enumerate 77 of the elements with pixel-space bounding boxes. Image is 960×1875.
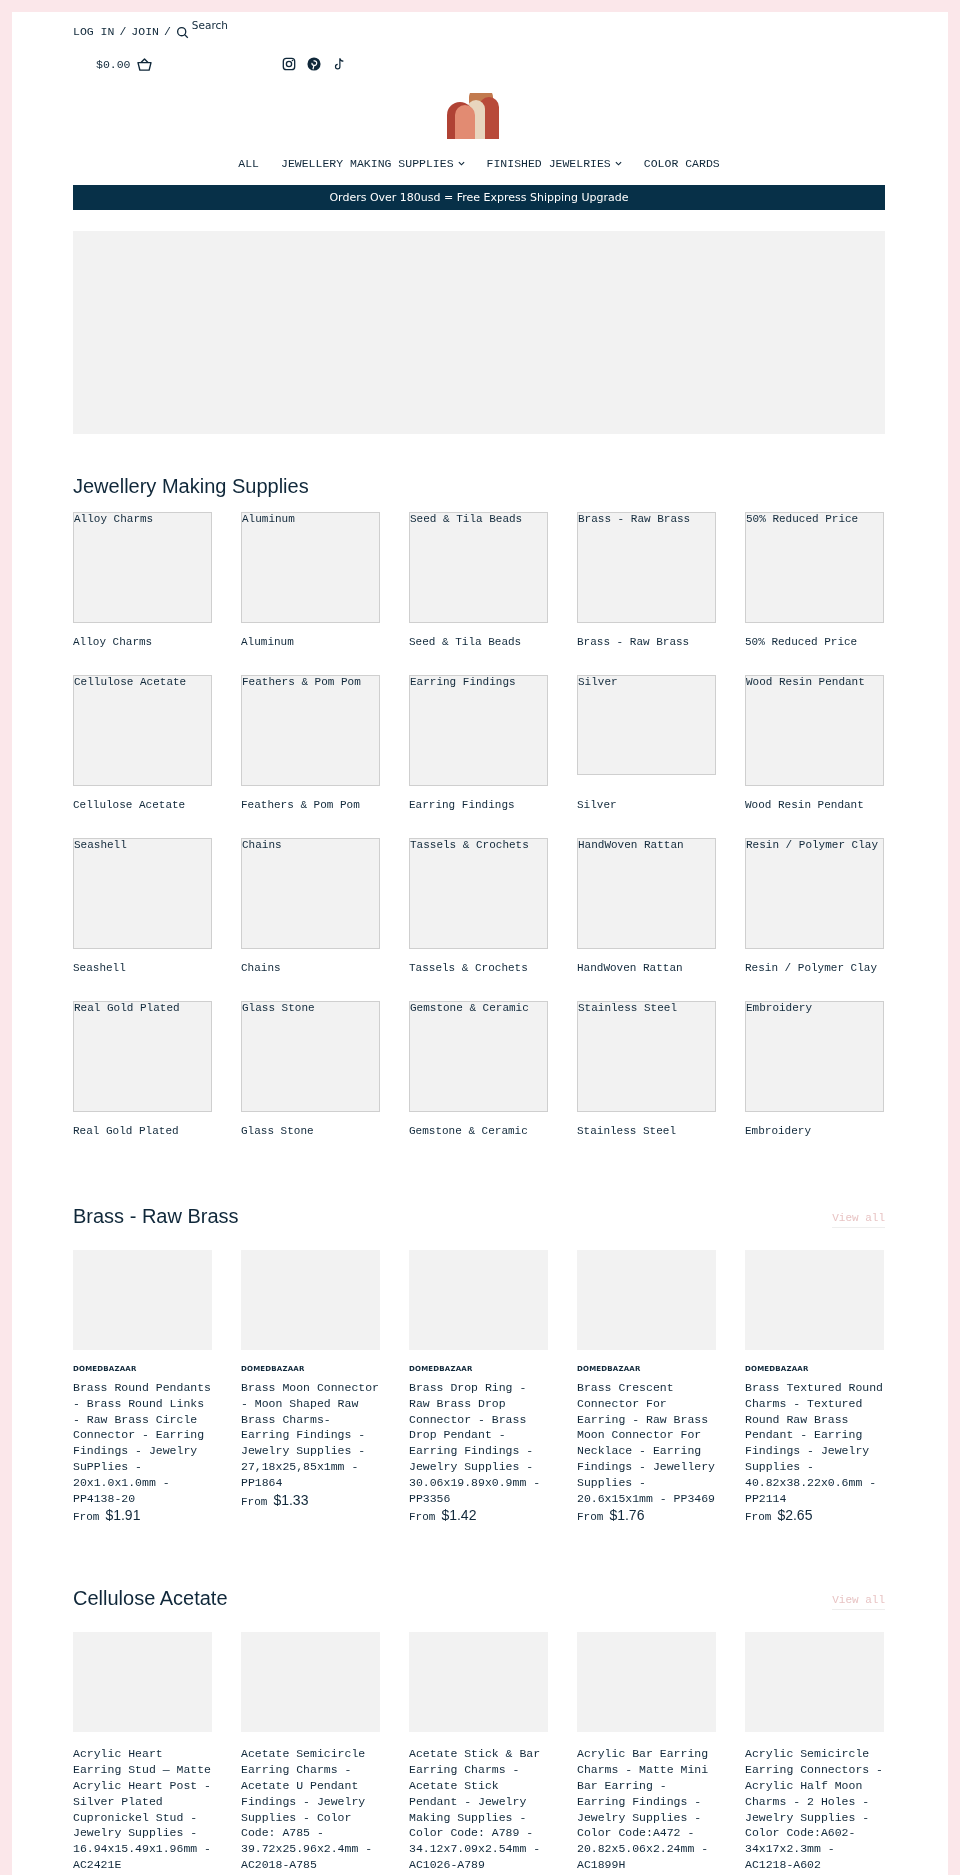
collection-title[interactable]: Embroidery: [745, 1124, 811, 1138]
cart-link[interactable]: $0.00: [96, 57, 152, 71]
collection-title[interactable]: Seashell: [73, 961, 126, 975]
search-icon: [175, 26, 189, 39]
nav-link[interactable]: FINISHED JEWELRIES: [486, 157, 622, 170]
price-prefix: From: [73, 1511, 100, 1524]
collection-image[interactable]: Chains: [241, 838, 380, 949]
price-prefix: From: [409, 1511, 436, 1524]
collection-title[interactable]: HandWoven Rattan: [577, 961, 683, 975]
price-prefix: From: [241, 1495, 268, 1508]
collection-title[interactable]: Glass Stone: [241, 1124, 314, 1138]
collection-image[interactable]: Feathers & Pom Pom: [241, 675, 380, 786]
product-title[interactable]: Acrylic Bar Earring Charms - Matte Mini Bar Earring - Earring Findings - Jewelry Supplies - Color Code:A472 - 20.82x5.06x2.24mm - AC1899H: [577, 1746, 716, 1873]
collection-title[interactable]: Silver: [577, 798, 617, 812]
product-price: $1.33: [273, 1491, 309, 1508]
product-title[interactable]: Brass Round Pendants - Brass Round Links - Raw Brass Circle Connector - Earring Findings - Jewelry SuPPlies - 20x1.0x1.0mm - PP4138-20: [73, 1380, 212, 1507]
collection-image[interactable]: Seashell: [73, 838, 212, 949]
collection-image[interactable]: HandWoven Rattan: [577, 838, 716, 949]
separator: /: [163, 25, 171, 39]
product-title[interactable]: Brass Textured Round Charms - Textured Round Raw Brass Pendant - Earring Findings - Jewelry Supplies - 40.82x38.22x0.6mm - PP2114: [745, 1380, 884, 1507]
collection-image[interactable]: Stainless Steel: [577, 1001, 716, 1112]
collection-image[interactable]: Embroidery: [745, 1001, 884, 1112]
basket-icon: [136, 57, 152, 71]
collection-image[interactable]: Brass - Raw Brass: [577, 512, 716, 623]
pinterest-icon[interactable]: [306, 57, 321, 71]
collection-title[interactable]: Seed & Tila Beads: [409, 635, 522, 649]
collection-title[interactable]: Chains: [241, 961, 281, 975]
collection-title[interactable]: Brass - Raw Brass: [577, 635, 690, 649]
collection-image[interactable]: Cellulose Acetate: [73, 675, 212, 786]
collection-title[interactable]: Stainless Steel: [577, 1124, 677, 1138]
product-title[interactable]: Acetate Semicircle Earring Charms - Acetate U Pendant Findings - Jewelry Supplies - Color Code: A785 - 39.72x25.96x2.4mm - AC2018-A785: [241, 1746, 380, 1873]
product-title[interactable]: Acrylic Semicircle Earring Connectors - Acrylic Half Moon Charms - 2 Holes - Jewelry Supplies - Color Code:A602-34x17x2.3mm - AC1218-A602: [745, 1746, 884, 1873]
nav-link[interactable]: JEWELLERY MAKING SUPPLIES: [281, 157, 465, 170]
product-title[interactable]: Brass Moon Connector - Moon Shaped Raw Brass Charms- Earring Findings - Jewelry Supplies - 27,18x25,85x1mm - PP1864: [241, 1380, 380, 1491]
collection-image[interactable]: Real Gold Plated: [73, 1001, 212, 1112]
product-title[interactable]: Acrylic Heart Earring Stud — Matte Acrylic Heart Post - Silver Plated Cupronickel Stud - Jewelry Supplies - 16.94x15.49x1.96mm - AC2421E: [73, 1746, 212, 1873]
section-heading: Jewellery Making Supplies: [73, 475, 310, 498]
collection-title[interactable]: Earring Findings: [409, 798, 515, 812]
collection-image[interactable]: 50% Reduced Price: [745, 512, 884, 623]
nav-link[interactable]: COLOR CARDS: [643, 157, 720, 170]
collection-image[interactable]: Resin / Polymer Clay: [745, 838, 884, 949]
collection-image[interactable]: Wood Resin Pendant: [745, 675, 884, 786]
instagram-icon[interactable]: [281, 57, 296, 71]
product-price: $1.76: [609, 1507, 645, 1524]
collection-title[interactable]: Cellulose Acetate: [73, 798, 186, 812]
collection-title[interactable]: Gemstone & Ceramic: [409, 1124, 528, 1138]
collection-image[interactable]: Earring Findings: [409, 675, 548, 786]
product-title[interactable]: Brass Drop Ring - Raw Brass Drop Connector - Brass Drop Pendant - Earring Findings - Jewelry Supplies - 30.06x19.89x0.9mm - PP3356: [409, 1380, 548, 1507]
collection-image[interactable]: Alloy Charms: [73, 512, 212, 623]
nav-link[interactable]: ALL: [238, 157, 259, 170]
product-price: $1.91: [105, 1507, 141, 1524]
product-title[interactable]: Brass Crescent Connector For Earring - Raw Brass Moon Connector For Necklace - Earring Findings - Jewellery Supplies - 20.6x15x1mm - PP3469: [577, 1380, 716, 1507]
collection-image[interactable]: Tassels & Crochets: [409, 838, 548, 949]
price-prefix: From: [745, 1511, 772, 1524]
collection-title[interactable]: Tassels & Crochets: [409, 961, 528, 975]
collection-image[interactable]: Aluminum: [241, 512, 380, 623]
price-prefix: From: [577, 1511, 604, 1524]
collection-title[interactable]: 50% Reduced Price: [745, 635, 858, 649]
collection-image[interactable]: Silver: [577, 675, 716, 775]
collection-title[interactable]: Feathers & Pom Pom: [241, 798, 360, 812]
collection-image[interactable]: Glass Stone: [241, 1001, 380, 1112]
collection-image[interactable]: Seed & Tila Beads: [409, 512, 548, 623]
account-link[interactable]: JOIN: [131, 25, 159, 39]
collection-image[interactable]: Gemstone & Ceramic: [409, 1001, 548, 1112]
product-price: $1.42: [441, 1507, 477, 1524]
product-title[interactable]: Acetate Stick & Bar Earring Charms - Acetate Stick Pendant - Jewelry Making Supplies - Color Code: A789 - 34.12x7.09x2.54mm - AC1026-A789: [409, 1746, 548, 1873]
announcement-text: Orders Over 180usd = Free Express Shipping Upgrade: [329, 191, 629, 204]
separator: /: [119, 25, 127, 39]
account-link[interactable]: LOG IN: [73, 25, 115, 39]
collection-title[interactable]: Resin / Polymer Clay: [745, 961, 878, 975]
section-heading: Brass - Raw Brass: [73, 1205, 239, 1228]
section-heading: Cellulose Acetate: [73, 1587, 228, 1611]
collection-title[interactable]: Real Gold Plated: [73, 1124, 179, 1138]
collection-title[interactable]: Wood Resin Pendant: [745, 798, 864, 812]
collection-title[interactable]: Aluminum: [241, 635, 294, 649]
product-price: $2.65: [777, 1507, 813, 1524]
collection-title[interactable]: Alloy Charms: [73, 635, 153, 649]
